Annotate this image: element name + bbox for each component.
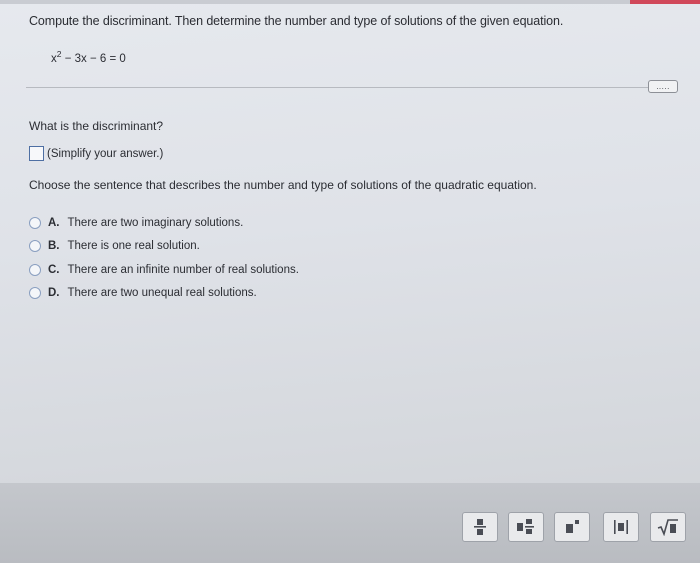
option-letter: B. xyxy=(48,240,60,253)
option-a[interactable]: A. There are two imaginary solutions. xyxy=(29,211,299,235)
exponent-icon xyxy=(566,520,579,533)
discriminant-answer-input[interactable] xyxy=(29,146,44,161)
answer-row: (Simplify your answer.) xyxy=(29,146,163,161)
option-c[interactable]: C. There are an infinite number of real … xyxy=(29,258,299,282)
radio-c[interactable] xyxy=(29,263,41,276)
answer-hint: (Simplify your answer.) xyxy=(47,147,164,160)
solutions-question: Choose the sentence that describes the n… xyxy=(29,178,537,192)
fraction-icon xyxy=(474,519,486,535)
discriminant-question: What is the discriminant? xyxy=(29,119,164,133)
equation-exponent: 2 xyxy=(56,49,62,59)
math-toolbar xyxy=(0,483,700,563)
option-letter: D. xyxy=(48,287,60,300)
exponent-button[interactable] xyxy=(554,512,590,542)
radio-d[interactable] xyxy=(29,287,41,300)
absolute-value-button[interactable] xyxy=(603,512,639,542)
options-list: A. There are two imaginary solutions. B.… xyxy=(29,211,299,305)
equation-rest: − 3x − 6 = 0 xyxy=(64,53,126,65)
top-strip xyxy=(0,0,700,4)
option-text: There is one real solution. xyxy=(67,240,200,253)
radio-a[interactable] xyxy=(29,216,41,229)
option-text: There are an infinite number of real sol… xyxy=(67,263,299,276)
top-accent xyxy=(630,0,700,4)
mixed-number-button[interactable] xyxy=(508,512,544,542)
more-button[interactable]: ..... xyxy=(648,80,678,93)
square-root-button[interactable] xyxy=(650,512,686,542)
equation: x2 − 3x − 6 = 0 xyxy=(51,49,126,65)
divider xyxy=(26,87,648,88)
absolute-value-icon xyxy=(614,520,628,534)
option-letter: C. xyxy=(48,263,60,276)
equation-base: x xyxy=(51,53,57,65)
option-text: There are two imaginary solutions. xyxy=(67,216,244,229)
question-prompt: Compute the discriminant. Then determine… xyxy=(29,14,564,28)
option-d[interactable]: D. There are two unequal real solutions. xyxy=(29,282,299,306)
square-root-icon xyxy=(657,519,678,536)
option-letter: A. xyxy=(48,216,60,229)
option-b[interactable]: B. There is one real solution. xyxy=(29,235,299,259)
option-text: There are two unequal real solutions. xyxy=(67,287,257,300)
mixed-number-icon xyxy=(517,519,534,534)
radio-b[interactable] xyxy=(29,240,41,253)
fraction-button[interactable] xyxy=(462,512,498,542)
